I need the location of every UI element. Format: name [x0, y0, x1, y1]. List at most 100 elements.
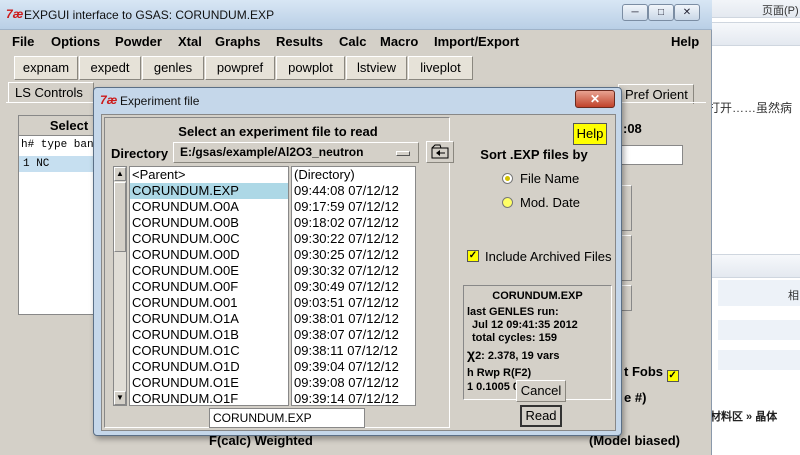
lstview-button[interactable]: lstview: [346, 56, 407, 80]
file-name-item[interactable]: CORUNDUM.O0D: [130, 247, 288, 263]
tab-ls-controls[interactable]: LS Controls: [8, 82, 94, 102]
file-name-item[interactable]: CORUNDUM.O1F: [130, 391, 288, 405]
liveplot-button[interactable]: liveplot: [408, 56, 473, 80]
file-name-item[interactable]: CORUNDUM.O0A: [130, 199, 288, 215]
powpref-button[interactable]: powpref: [205, 56, 275, 80]
file-date-item[interactable]: 09:38:01 07/12/12: [292, 311, 415, 327]
file-name-item[interactable]: CORUNDUM.O01: [130, 295, 288, 311]
page-menu-fragment: 页面(P): [762, 5, 799, 17]
file-name-item[interactable]: <Parent>: [130, 167, 288, 183]
main-title-bar: 7æ EXPGUI interface to GSAS: CORUNDUM.EX…: [0, 0, 712, 30]
menu-help[interactable]: Help: [671, 34, 699, 49]
file-date-list[interactable]: (Directory) 09:44:08 07/12/12 09:17:59 07/…: [291, 166, 416, 406]
main-window-title: EXPGUI interface to GSAS: CORUNDUM.EXP: [24, 8, 275, 22]
file-date-item[interactable]: 09:30:22 07/12/12: [292, 231, 415, 247]
powplot-button[interactable]: powplot: [276, 56, 345, 80]
file-date-item[interactable]: 09:39:14 07/12/12: [292, 391, 415, 405]
expnam-button[interactable]: expnam: [14, 56, 78, 80]
directory-menubutton[interactable]: E:/gsas/example/Al2O3_neutron: [173, 142, 419, 163]
file-date-item[interactable]: 09:38:07 07/12/12: [292, 327, 415, 343]
expedt-button[interactable]: expedt: [79, 56, 141, 80]
file-date-item[interactable]: 09:39:08 07/12/12: [292, 375, 415, 391]
toolbar: expnam expedt genles powpref powplot lst…: [6, 54, 706, 81]
menu-xtal[interactable]: Xtal: [178, 34, 202, 49]
folder-up-icon: [431, 144, 449, 159]
info-columns-header: h Rwp R(F2): [467, 367, 532, 379]
file-date-item[interactable]: 09:30:25 07/12/12: [292, 247, 415, 263]
close-window-button[interactable]: ✕: [674, 4, 700, 21]
sort-date-label: Mod. Date: [520, 195, 580, 210]
radio-unselected-icon[interactable]: [502, 197, 513, 208]
genles-button[interactable]: genles: [142, 56, 204, 80]
select-file-heading: Select an experiment file to read: [178, 124, 378, 139]
dialog-title-bar: 7æ Experiment file ✕: [94, 88, 621, 112]
dialog-close-button[interactable]: ✕: [575, 90, 615, 108]
minimize-button[interactable]: ─: [622, 4, 648, 21]
scroll-down-arrow-icon[interactable]: ▼: [114, 391, 126, 405]
cancel-button[interactable]: Cancel: [516, 380, 566, 402]
file-name-list[interactable]: <Parent> CORUNDUM.EXP CORUNDUM.O0A CORUNDUM…: [129, 166, 289, 406]
menu-macro[interactable]: Macro: [380, 34, 418, 49]
file-date-item[interactable]: 09:39:04 07/12/12: [292, 359, 415, 375]
radio-selected-icon[interactable]: [502, 173, 513, 184]
background-band: [718, 320, 800, 340]
file-date-item[interactable]: 09:18:02 07/12/12: [292, 215, 415, 231]
info-total-cycles: total cycles: 159: [472, 332, 557, 344]
background-band: [718, 350, 800, 370]
tab-pref-orient[interactable]: Pref Orient: [618, 84, 694, 104]
background-cut-text: 相: [788, 290, 799, 302]
maximize-button[interactable]: □: [648, 4, 674, 21]
menu-results[interactable]: Results: [276, 34, 323, 49]
file-name-item[interactable]: CORUNDUM.O0C: [130, 231, 288, 247]
file-name-item[interactable]: CORUNDUM.O0B: [130, 215, 288, 231]
background-browser-page: 页面(P) ✎引用 打开……虽然病 ✎引用 相 材料区 » 晶体: [700, 0, 800, 455]
dialog-body: Select an experiment file to read Direct…: [101, 114, 616, 431]
menu-powder[interactable]: Powder: [115, 34, 162, 49]
scroll-up-arrow-icon[interactable]: ▲: [114, 167, 126, 181]
file-date-item[interactable]: 09:38:11 07/12/12: [292, 343, 415, 359]
menu-import-export[interactable]: Import/Export: [434, 34, 519, 49]
fobs-label: t Fobs ✓: [624, 364, 679, 382]
background-text: 打开……虽然病: [708, 101, 793, 115]
chi-value: 2: 2.378, 19 vars: [475, 350, 560, 362]
file-date-item[interactable]: (Directory): [292, 167, 415, 183]
menu-options[interactable]: Options: [51, 34, 100, 49]
info-chi-squared: χ2: 2.378, 19 vars: [467, 346, 559, 362]
scroll-thumb[interactable]: [114, 182, 126, 252]
file-name-item[interactable]: CORUNDUM.EXP: [130, 183, 288, 199]
file-name-item[interactable]: CORUNDUM.O0F: [130, 279, 288, 295]
checkbox-checked-icon[interactable]: ✓: [467, 250, 479, 262]
file-name-item[interactable]: CORUNDUM.O0E: [130, 263, 288, 279]
filename-input[interactable]: CORUNDUM.EXP: [209, 408, 365, 428]
sort-heading: Sort .EXP files by: [480, 147, 588, 162]
file-name-item[interactable]: CORUNDUM.O1B: [130, 327, 288, 343]
quote-bar-1: ✎引用: [700, 22, 800, 46]
directory-value: E:/gsas/example/Al2O3_neutron: [180, 145, 364, 159]
file-date-item[interactable]: 09:44:08 07/12/12: [292, 183, 415, 199]
menu-graphs[interactable]: Graphs: [215, 34, 261, 49]
fobs-checkbox[interactable]: ✓: [666, 370, 679, 382]
file-name-item[interactable]: CORUNDUM.O1E: [130, 375, 288, 391]
file-date-item[interactable]: 09:30:49 07/12/12: [292, 279, 415, 295]
menubutton-indicator-icon: [396, 151, 410, 156]
menu-calc[interactable]: Calc: [339, 34, 366, 49]
chi-symbol: χ: [467, 346, 476, 362]
file-date-item[interactable]: 09:03:51 07/12/12: [292, 295, 415, 311]
parent-directory-button[interactable]: [426, 141, 454, 163]
partial-field[interactable]: [618, 145, 683, 165]
close-icon: ✕: [589, 92, 601, 106]
breadcrumb[interactable]: 材料区 » 晶体: [710, 408, 777, 424]
minimize-icon: ─: [631, 7, 639, 18]
file-list-scrollbar[interactable]: ▲ ▼: [113, 166, 127, 406]
include-archived-label: Include Archived Files: [485, 249, 612, 264]
file-date-item[interactable]: 09:17:59 07/12/12: [292, 199, 415, 215]
file-name-item[interactable]: CORUNDUM.O1C: [130, 343, 288, 359]
help-button[interactable]: Help: [573, 123, 607, 145]
tk-app-icon: 7æ: [100, 93, 118, 107]
browser-toolbar: 页面(P): [700, 0, 800, 18]
file-name-item[interactable]: CORUNDUM.O1A: [130, 311, 288, 327]
file-name-item[interactable]: CORUNDUM.O1D: [130, 359, 288, 375]
read-button[interactable]: Read: [520, 405, 562, 427]
menu-file[interactable]: File: [12, 34, 34, 49]
file-date-item[interactable]: 09:30:32 07/12/12: [292, 263, 415, 279]
